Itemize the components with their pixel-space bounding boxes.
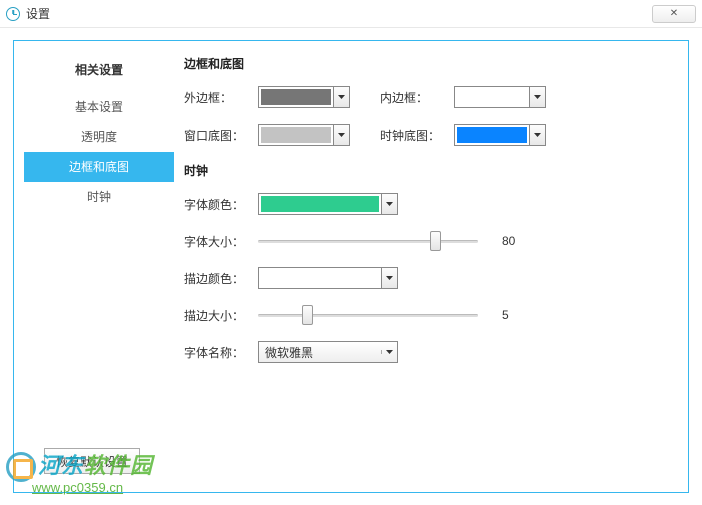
slider-font-size[interactable]	[258, 231, 478, 251]
chevron-down-icon	[381, 350, 397, 354]
reset-defaults-button[interactable]: 恢复默认设置	[44, 448, 140, 474]
slider-thumb[interactable]	[430, 231, 441, 251]
combo-font-name[interactable]: 微软雅黑	[258, 341, 398, 363]
combo-clock-bg[interactable]	[454, 124, 546, 146]
sidebar-item-clock[interactable]: 时钟	[24, 182, 174, 212]
sidebar-title: 相关设置	[24, 51, 174, 92]
swatch-outer	[261, 89, 331, 105]
window-title: 设置	[26, 5, 50, 22]
label-inner-border: 内边框：	[380, 89, 454, 106]
sidebar-item-basic[interactable]: 基本设置	[24, 92, 174, 122]
row-stroke-size: 描边大小： 5	[184, 305, 674, 325]
value-stroke-size: 5	[502, 308, 509, 322]
slider-track	[258, 240, 478, 243]
sidebar: 相关设置 基本设置 透明度 边框和底图 时钟	[24, 51, 174, 212]
slider-stroke-size[interactable]	[258, 305, 478, 325]
label-stroke-size: 描边大小：	[184, 307, 258, 324]
close-button[interactable]: ✕	[652, 5, 696, 23]
row-winbg-clockbg: 窗口底图： 时钟底图：	[184, 124, 674, 146]
slider-thumb[interactable]	[302, 305, 313, 325]
row-stroke-color: 描边颜色：	[184, 267, 674, 289]
label-font-size: 字体大小：	[184, 233, 258, 250]
swatch-stroke-color	[261, 270, 379, 286]
row-font-size: 字体大小： 80	[184, 231, 674, 251]
chevron-down-icon	[333, 87, 349, 107]
label-font-name: 字体名称：	[184, 344, 258, 361]
sidebar-item-opacity[interactable]: 透明度	[24, 122, 174, 152]
chevron-down-icon	[529, 87, 545, 107]
value-font-size: 80	[502, 234, 515, 248]
combo-font-color[interactable]	[258, 193, 398, 215]
content-frame: 相关设置 基本设置 透明度 边框和底图 时钟 边框和底图 外边框： 内边框： 窗…	[13, 40, 689, 493]
label-font-color: 字体颜色：	[184, 196, 258, 213]
settings-panel: 边框和底图 外边框： 内边框： 窗口底图： 时钟底图：	[184, 55, 674, 478]
title-bar: 设置 ✕	[0, 0, 702, 28]
swatch-font-color	[261, 196, 379, 212]
chevron-down-icon	[381, 194, 397, 214]
label-stroke-color: 描边颜色：	[184, 270, 258, 287]
swatch-winbg	[261, 127, 331, 143]
combo-outer-border[interactable]	[258, 86, 350, 108]
label-clock-bg: 时钟底图：	[380, 127, 454, 144]
section-border-title: 边框和底图	[184, 55, 674, 72]
row-font-color: 字体颜色：	[184, 193, 674, 215]
combo-stroke-color[interactable]	[258, 267, 398, 289]
label-window-bg: 窗口底图：	[184, 127, 258, 144]
chevron-down-icon	[529, 125, 545, 145]
sidebar-item-border[interactable]: 边框和底图	[24, 152, 174, 182]
swatch-clockbg	[457, 127, 527, 143]
chevron-down-icon	[333, 125, 349, 145]
app-icon	[6, 7, 20, 21]
row-outer-inner: 外边框： 内边框：	[184, 86, 674, 108]
slider-track	[258, 314, 478, 317]
value-font-name: 微软雅黑	[259, 344, 381, 361]
combo-inner-border[interactable]	[454, 86, 546, 108]
combo-window-bg[interactable]	[258, 124, 350, 146]
section-clock-title: 时钟	[184, 162, 674, 179]
swatch-inner	[457, 89, 527, 105]
row-font-name: 字体名称： 微软雅黑	[184, 341, 674, 363]
chevron-down-icon	[381, 268, 397, 288]
label-outer-border: 外边框：	[184, 89, 258, 106]
